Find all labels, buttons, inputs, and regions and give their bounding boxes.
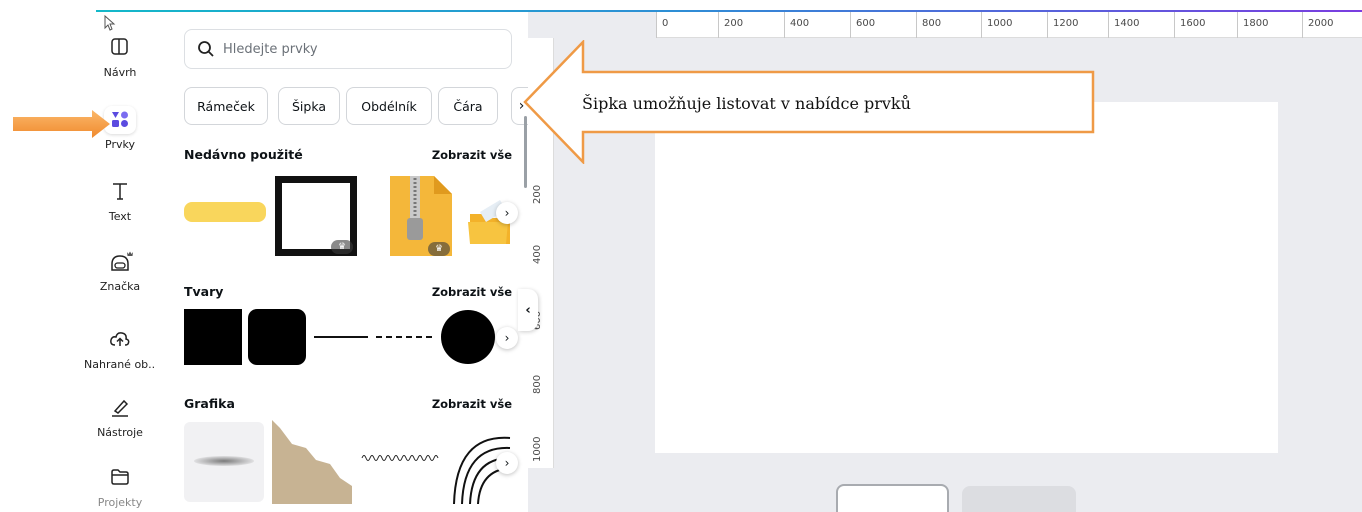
orange-pointer-arrow-icon — [13, 110, 110, 138]
section-title-graphics: Grafika — [184, 396, 235, 411]
premium-crown-icon: ♛ — [428, 242, 450, 256]
shapes-next-chevron-icon[interactable]: › — [496, 327, 518, 349]
search-input[interactable] — [223, 41, 503, 57]
recent-next-chevron-icon[interactable]: › — [496, 202, 518, 224]
torn-paper-icon — [272, 420, 352, 504]
search-icon — [198, 41, 214, 57]
graphic-squiggle[interactable] — [360, 448, 440, 466]
section-title-recent: Nedávno použité — [184, 147, 303, 162]
rail-label: Nahrané ob... — [84, 358, 156, 371]
shape-square[interactable] — [184, 309, 242, 365]
rail-label: Nástroje — [97, 426, 143, 439]
ruler-tick: 1800 — [1243, 18, 1269, 29]
see-all-recent-link[interactable]: Zobrazit vše — [432, 148, 512, 162]
graphic-paper-torn[interactable] — [272, 420, 352, 504]
rail-label: Text — [108, 210, 132, 223]
chip-arrow[interactable]: Šipka — [278, 87, 340, 125]
ruler-tick: 2000 — [1308, 18, 1334, 29]
rail-item-text[interactable]: Text — [84, 178, 156, 223]
shape-solid-line[interactable] — [314, 336, 368, 338]
callout-text: Šipka umožňuje listovat v nabídce prvků — [582, 94, 911, 113]
rail-item-brand[interactable]: Značka — [84, 248, 156, 293]
rail-item-tools[interactable]: Nástroje — [84, 394, 156, 439]
rail-item-design[interactable]: Návrh — [84, 34, 156, 79]
ruler-tick: 600 — [856, 18, 876, 29]
ruler-tick: 200 — [532, 184, 543, 204]
rail-label: Návrh — [103, 66, 137, 79]
shape-dashed-line[interactable] — [376, 336, 432, 338]
shape-rounded-square[interactable] — [248, 309, 306, 365]
filter-chips: Rámeček Šipka Obdélník Čára › — [184, 87, 531, 125]
collapse-panel-chevron-icon[interactable]: ‹ — [518, 289, 538, 331]
ruler-tick: 800 — [922, 18, 942, 29]
ruler-tick: 1000 — [987, 18, 1013, 29]
recent-item-yellow-stroke[interactable] — [184, 202, 266, 222]
chip-frame[interactable]: Rámeček — [184, 87, 268, 125]
elements-panel: Rámeček Šipka Obdélník Čára › Nedávno po… — [168, 12, 531, 512]
ruler-tick: 1000 — [532, 436, 543, 462]
search-box[interactable] — [184, 29, 512, 69]
see-all-graphics-link[interactable]: Zobrazit vše — [432, 397, 512, 411]
graphics-next-chevron-icon[interactable]: › — [496, 452, 518, 474]
folder-icon — [104, 464, 136, 492]
ruler-tick: 400 — [790, 18, 810, 29]
rail-item-uploads[interactable]: Nahrané ob... — [84, 326, 156, 371]
rail-label: Značka — [99, 280, 141, 293]
ruler-tick: 800 — [532, 374, 543, 394]
rail-item-projects[interactable]: Projekty — [84, 464, 156, 509]
graphic-shadow[interactable] — [184, 422, 264, 502]
chip-line[interactable]: Čára — [438, 87, 498, 125]
ruler-tick: 1600 — [1180, 18, 1206, 29]
recent-item-zip-file[interactable]: ♛ — [388, 174, 454, 258]
upload-icon — [104, 326, 136, 354]
recent-item-black-frame[interactable]: ♛ — [275, 176, 357, 256]
side-rail: Návrh Prvky Text Značka Nahrané ob... Ná… — [84, 20, 156, 512]
add-page-button[interactable] — [962, 486, 1076, 512]
section-title-shapes: Tvary — [184, 284, 224, 299]
brand-icon — [104, 248, 136, 276]
rail-label: Prvky — [105, 138, 135, 151]
tools-icon — [104, 394, 136, 422]
premium-crown-icon: ♛ — [331, 240, 353, 254]
ruler-tick: 1400 — [1114, 18, 1140, 29]
text-icon — [104, 178, 136, 206]
chip-rectangle[interactable]: Obdélník — [346, 87, 432, 125]
ruler-top: 0 200 400 600 800 1000 1200 1400 1600 18… — [656, 12, 1362, 38]
ruler-tick: 0 — [662, 18, 669, 29]
see-all-shapes-link[interactable]: Zobrazit vše — [432, 285, 512, 299]
ruler-tick: 200 — [724, 18, 744, 29]
layout-icon — [104, 34, 136, 62]
ruler-tick: 1200 — [1053, 18, 1079, 29]
squiggle-line-icon — [361, 455, 439, 461]
ruler-tick: 400 — [532, 244, 543, 264]
shape-circle[interactable] — [441, 310, 495, 364]
page-thumbnail[interactable] — [836, 484, 949, 512]
rail-label: Projekty — [97, 496, 143, 509]
